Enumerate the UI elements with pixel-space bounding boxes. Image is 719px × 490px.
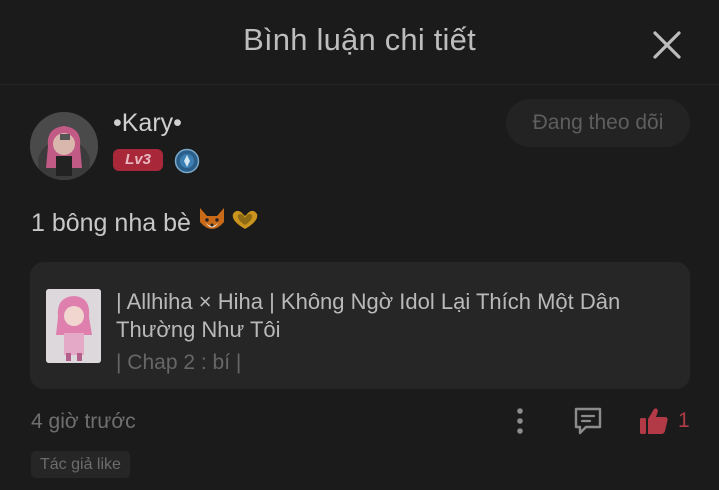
- page-title: Bình luận chi tiết: [243, 22, 476, 57]
- medal-icon: [174, 148, 200, 174]
- avatar[interactable]: [30, 112, 98, 180]
- following-button[interactable]: Đang theo dõi: [506, 99, 690, 147]
- thumbs-up-icon[interactable]: [638, 405, 670, 437]
- story-chapter[interactable]: | Chap 2 : bí |: [116, 351, 241, 375]
- level-badge: Lv3: [113, 149, 163, 171]
- comment-timestamp: 4 giờ trước: [31, 410, 136, 433]
- heart-hands-emoji: [229, 207, 261, 240]
- reply-icon[interactable]: [572, 405, 604, 437]
- header: Bình luận chi tiết: [0, 0, 719, 85]
- fox-emoji: [197, 206, 227, 241]
- comment-detail-screen: Bình luận chi tiết •Kary• Lv3 Đang theo …: [0, 0, 719, 490]
- story-title[interactable]: | Allhiha × Hiha | Không Ngờ Idol Lại Th…: [116, 288, 676, 344]
- author-like-badge: Tác giả like: [31, 451, 130, 478]
- like-count: 1: [678, 409, 690, 432]
- like-button[interactable]: 1: [638, 404, 690, 438]
- comment-body: 1 bông nha bè: [31, 209, 191, 237]
- story-cover[interactable]: [46, 289, 101, 363]
- comment-text: 1 bông nha bè: [31, 206, 261, 241]
- username[interactable]: •Kary•: [113, 109, 182, 138]
- close-icon[interactable]: [648, 26, 686, 64]
- story-card[interactable]: | Allhiha × Hiha | Không Ngờ Idol Lại Th…: [30, 262, 690, 389]
- more-options-icon[interactable]: [508, 405, 532, 437]
